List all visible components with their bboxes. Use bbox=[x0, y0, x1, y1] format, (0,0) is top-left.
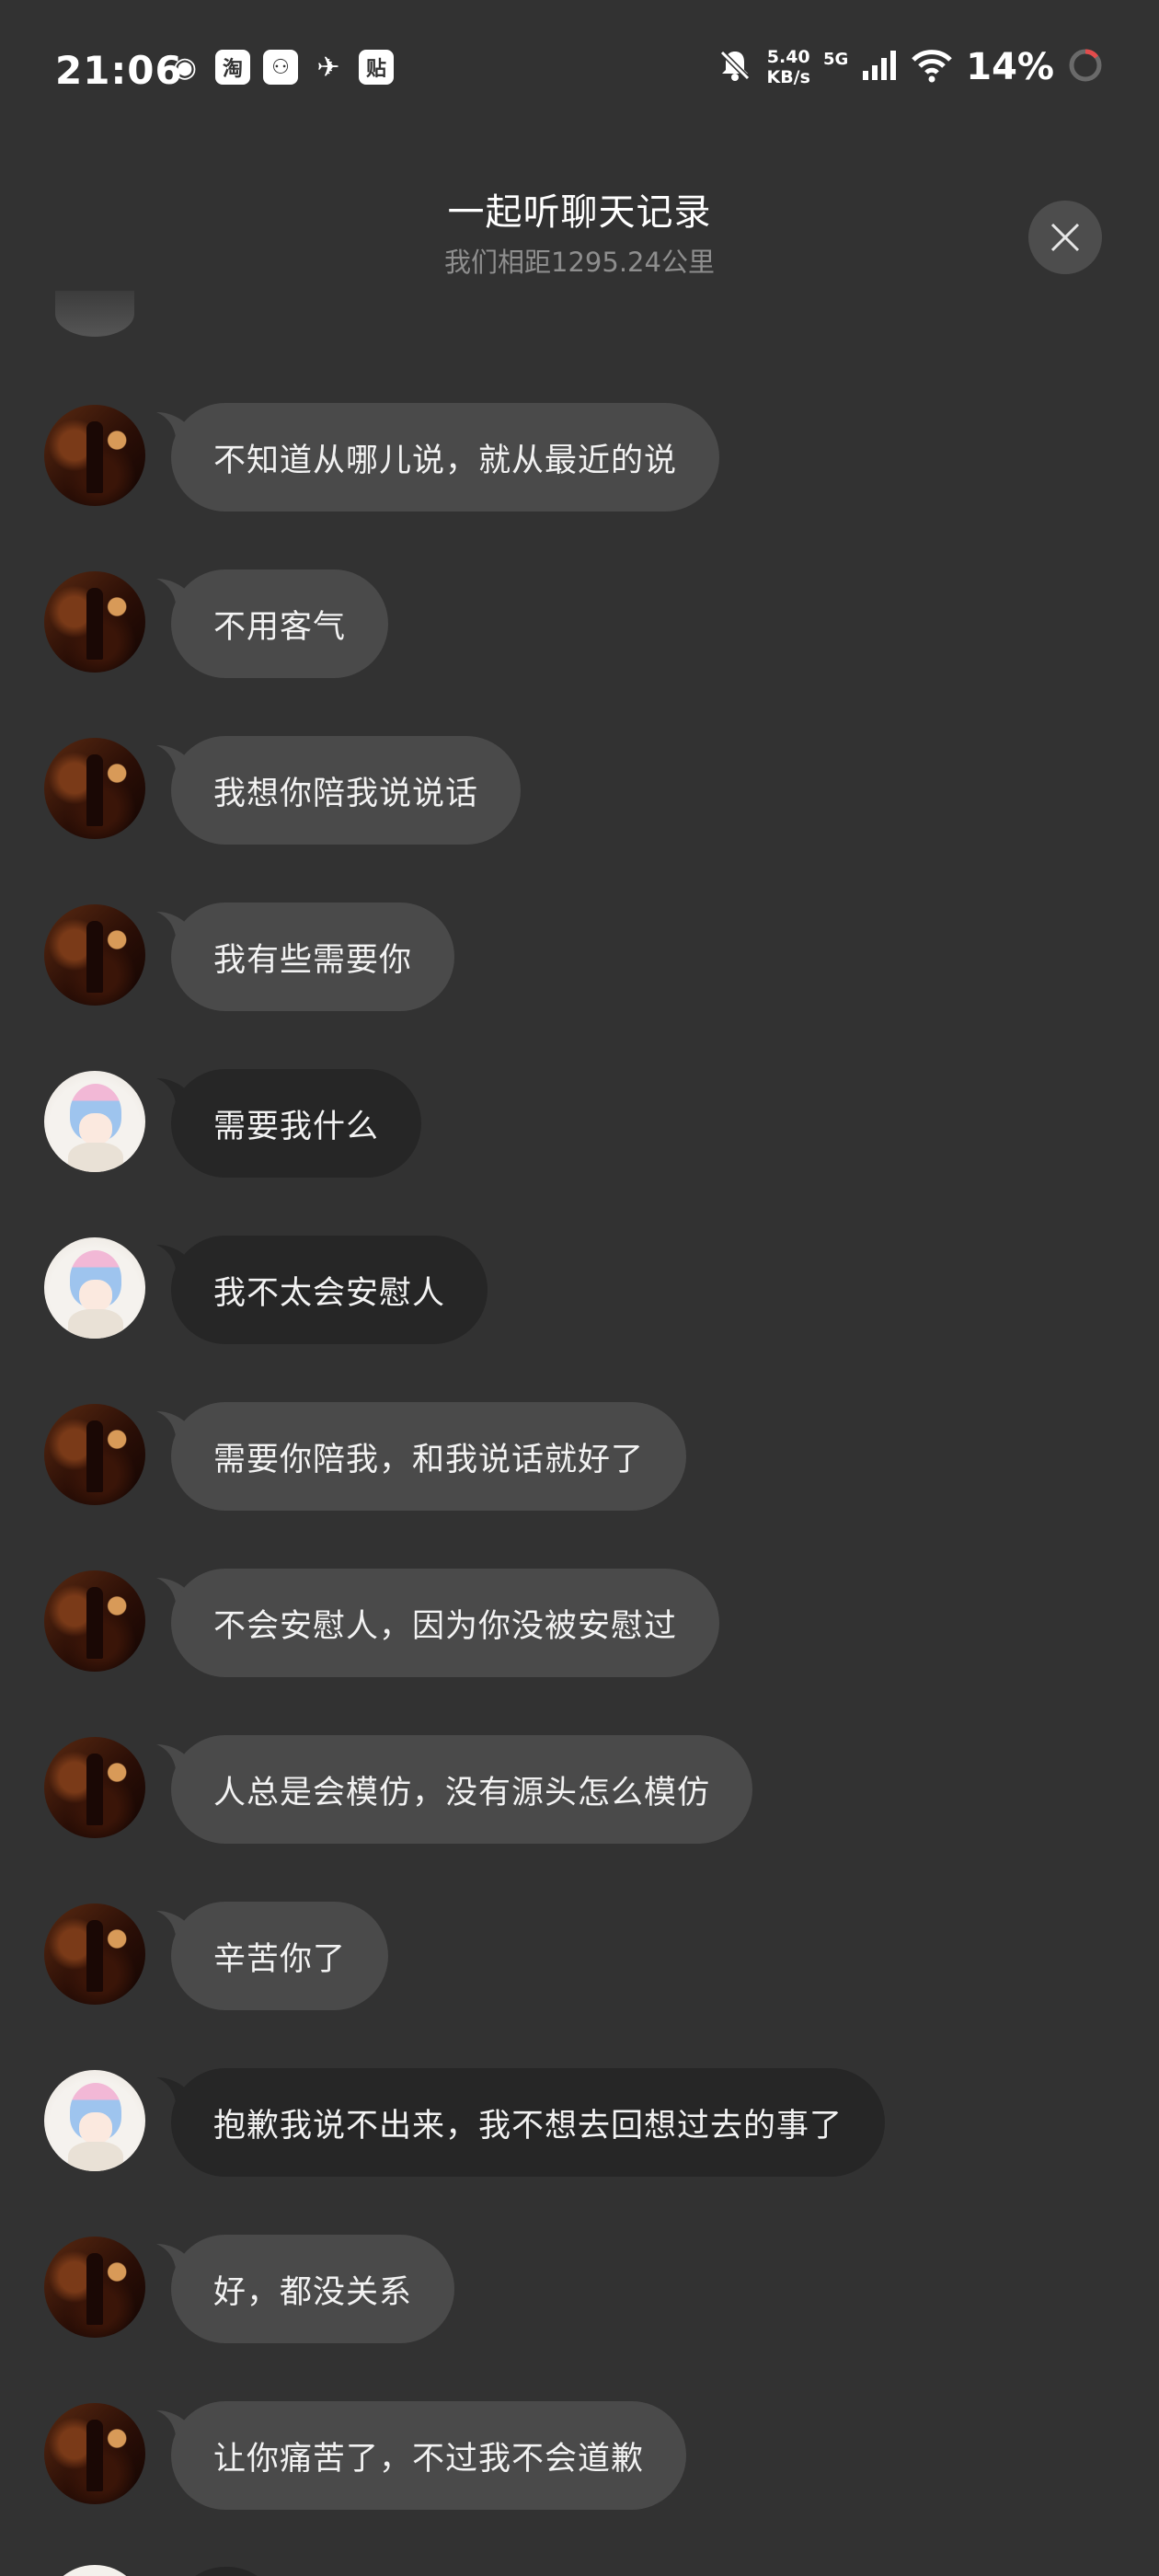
message-row: 我不太会安慰人 bbox=[0, 1236, 1159, 1348]
message-row: 辛苦你了 bbox=[0, 1902, 1159, 2014]
message-row: 抱歉我说不出来，我不想去回想过去的事了 bbox=[0, 2068, 1159, 2180]
avatar-other[interactable] bbox=[44, 2237, 145, 2338]
avatar-other[interactable] bbox=[44, 904, 145, 1006]
message-bubble[interactable]: 不用客气 bbox=[171, 569, 389, 678]
message-row: 需要我什么 bbox=[0, 1069, 1159, 1181]
avatar-other[interactable] bbox=[44, 1903, 145, 2005]
message-list[interactable]: 不知道从哪儿说，就从最近的说 不用客气我想你陪我说说话 我有些需要你 需要我什么我不太… bbox=[0, 0, 1159, 2576]
message-row: 不会安慰人，因为你没被安慰过 bbox=[0, 1569, 1159, 1681]
message-bubble[interactable]: 不会安慰人，因为你没被安慰过 bbox=[171, 1569, 720, 1677]
message-bubble[interactable]: 好，都没关系 bbox=[171, 2235, 455, 2343]
message-row: 我想你陪我说说话 bbox=[0, 736, 1159, 848]
chat-history-screen: 21:06 ◉ 淘 ⚇ ✈ 贴 5.40 KB/s 5G 14% 一起听聊天记录… bbox=[0, 0, 1159, 2576]
message-row: 我有些需要你 bbox=[0, 903, 1159, 1015]
message-row: 人总是会模仿，没有源头怎么模仿 bbox=[0, 1735, 1159, 1847]
avatar-me[interactable] bbox=[44, 1237, 145, 1339]
message-bubble[interactable]: 我想你陪我说说话 bbox=[171, 736, 522, 845]
avatar-other[interactable] bbox=[44, 738, 145, 839]
message-row: 需要你陪我，和我说话就好了 bbox=[0, 1402, 1159, 1514]
avatar-other[interactable] bbox=[44, 1737, 145, 1838]
avatar-other[interactable] bbox=[44, 405, 145, 506]
avatar-me[interactable] bbox=[44, 2070, 145, 2171]
message-bubble[interactable]: 抱歉我说不出来，我不想去回想过去的事了 bbox=[171, 2068, 886, 2177]
avatar-other[interactable] bbox=[44, 1404, 145, 1505]
message-bubble[interactable]: 不知道从哪儿说，就从最近的说 bbox=[171, 403, 720, 512]
message-bubble[interactable]: 辛苦你了 bbox=[171, 1902, 389, 2010]
message-row: 让你痛苦了，不过我不会道歉 bbox=[0, 2401, 1159, 2513]
message-bubble[interactable]: 我不太会安慰人 bbox=[171, 1236, 488, 1344]
message-row: 不用客气 bbox=[0, 569, 1159, 682]
message-row: 好，都没关系 bbox=[0, 2235, 1159, 2347]
avatar-other[interactable] bbox=[44, 1570, 145, 1672]
message-bubble[interactable]: 让你痛苦了，不过我不会道歉 bbox=[171, 2401, 687, 2510]
message-row: 不知道从哪儿说，就从最近的说 bbox=[0, 403, 1159, 515]
message-bubble[interactable]: 人总是会模仿，没有源头怎么模仿 bbox=[171, 1735, 753, 1844]
avatar-other[interactable] bbox=[44, 2403, 145, 2504]
message-bubble[interactable]: 需要我什么 bbox=[171, 1069, 422, 1178]
message-bubble[interactable]: 我有些需要你 bbox=[171, 903, 455, 1011]
avatar-me[interactable] bbox=[44, 1071, 145, 1172]
avatar-other[interactable] bbox=[44, 571, 145, 673]
message-bubble[interactable]: 需要你陪我，和我说话就好了 bbox=[171, 1402, 687, 1511]
